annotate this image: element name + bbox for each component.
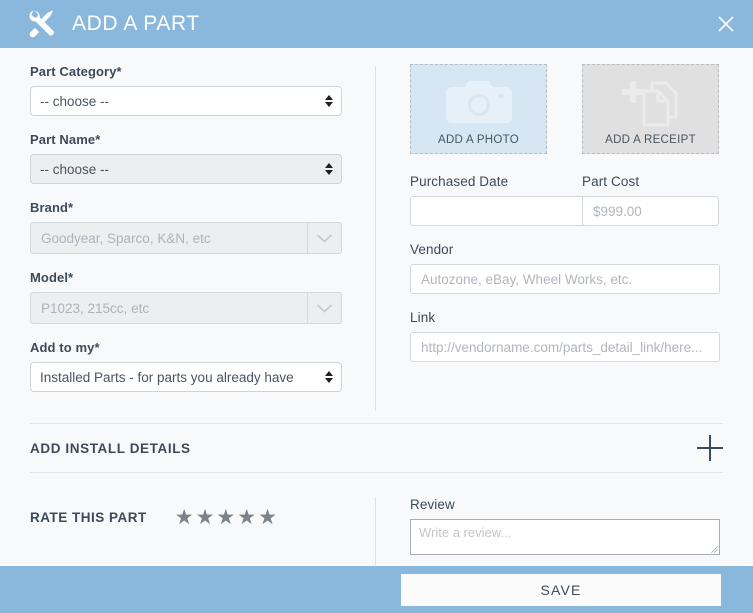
purchased-date-label: Purchased Date (410, 174, 509, 189)
model-combo (30, 292, 342, 324)
part-cost-label: Part Cost (582, 174, 640, 189)
form-columns: Part Category* -- choose -- Part Name* -… (30, 64, 725, 411)
right-column: ADD A PHOTO ADD A RECEIPT Purchased Date (410, 64, 725, 378)
select-arrows-icon (325, 95, 333, 107)
add-to-my-label: Add to my* (30, 340, 100, 355)
save-button[interactable]: SAVE (401, 574, 721, 606)
brand-field: Brand* (30, 200, 342, 254)
camera-icon (445, 81, 512, 123)
vendor-input[interactable] (410, 264, 720, 294)
part-cost-field: Part Cost (582, 174, 719, 226)
part-category-select[interactable]: -- choose -- (30, 86, 342, 116)
model-label: Model* (30, 270, 74, 285)
modal-body: Part Category* -- choose -- Part Name* -… (0, 48, 753, 411)
add-photo-label: ADD A PHOTO (437, 134, 520, 146)
upload-zones: ADD A PHOTO ADD A RECEIPT (410, 64, 725, 154)
close-button[interactable] (713, 11, 739, 37)
star-icon[interactable]: ★ (237, 507, 256, 528)
part-name-select[interactable]: -- choose -- (30, 154, 342, 184)
modal-header: ADD A PART (0, 0, 753, 48)
part-name-field: Part Name* -- choose -- (30, 132, 342, 184)
model-field: Model* (30, 270, 342, 324)
add-to-my-select[interactable]: Installed Parts - for parts you already … (30, 362, 342, 392)
add-install-details-section[interactable]: ADD INSTALL DETAILS (30, 423, 723, 473)
add-install-details-label: ADD INSTALL DETAILS (30, 440, 191, 456)
brand-label: Brand* (30, 200, 74, 215)
date-cost-row: Purchased Date Part Cost $999.00 (410, 174, 725, 242)
add-receipt-dropzone[interactable]: ADD A RECEIPT (582, 64, 719, 154)
review-textarea-wrap (410, 519, 720, 555)
select-arrows-icon (325, 163, 333, 175)
rate-this-part-label: RATE THIS PART (30, 510, 147, 525)
part-category-label: Part Category* (30, 64, 122, 79)
purchased-date-input[interactable] (410, 196, 603, 226)
brand-combo (30, 222, 342, 254)
select-arrows-icon (325, 371, 333, 383)
chevron-down-icon (316, 233, 333, 243)
star-icon[interactable]: ★ (216, 507, 235, 528)
model-dropdown-button[interactable] (307, 292, 342, 324)
link-field: Link (410, 310, 725, 362)
link-label: Link (410, 310, 436, 325)
part-name-value: -- choose -- (40, 161, 110, 177)
model-input[interactable] (30, 292, 307, 324)
link-input[interactable] (410, 332, 720, 362)
part-category-field: Part Category* -- choose -- (30, 64, 342, 116)
review-textarea[interactable] (410, 519, 720, 555)
purchased-date-combo (410, 196, 636, 226)
star-icon[interactable]: ★ (196, 507, 215, 528)
vendor-field: Vendor (410, 242, 725, 294)
vendor-label: Vendor (410, 242, 454, 257)
close-icon (718, 16, 734, 32)
star-icon[interactable]: ★ (175, 507, 194, 528)
part-cost-input[interactable] (582, 196, 719, 226)
add-to-my-value: Installed Parts - for parts you already … (40, 369, 294, 385)
tools-icon (29, 10, 54, 38)
modal-footer: SAVE (0, 566, 753, 613)
left-column: Part Category* -- choose -- Part Name* -… (30, 64, 342, 408)
star-icon[interactable]: ★ (258, 507, 277, 528)
star-rating[interactable]: ★ ★ ★ ★ ★ (175, 507, 277, 528)
bottom-divider (375, 497, 376, 565)
add-receipt-label: ADD A RECEIPT (605, 134, 696, 146)
part-category-value: -- choose -- (40, 93, 110, 109)
part-name-label: Part Name* (30, 132, 101, 147)
review-field: Review (410, 497, 725, 555)
documents-plus-icon (621, 81, 677, 127)
add-photo-dropzone[interactable]: ADD A PHOTO (410, 64, 547, 154)
column-divider (375, 66, 376, 411)
chevron-down-icon (316, 303, 333, 313)
plus-icon[interactable] (697, 435, 723, 461)
add-to-my-field: Add to my* Installed Parts - for parts y… (30, 340, 342, 392)
rate-this-part-block: RATE THIS PART ★ ★ ★ ★ ★ (30, 497, 342, 528)
rate-review-row: RATE THIS PART ★ ★ ★ ★ ★ Review (0, 473, 753, 565)
brand-dropdown-button[interactable] (307, 222, 342, 254)
review-label: Review (410, 497, 455, 512)
page-title: ADD A PART (72, 12, 200, 35)
purchased-date-field: Purchased Date (410, 174, 636, 226)
brand-input[interactable] (30, 222, 307, 254)
